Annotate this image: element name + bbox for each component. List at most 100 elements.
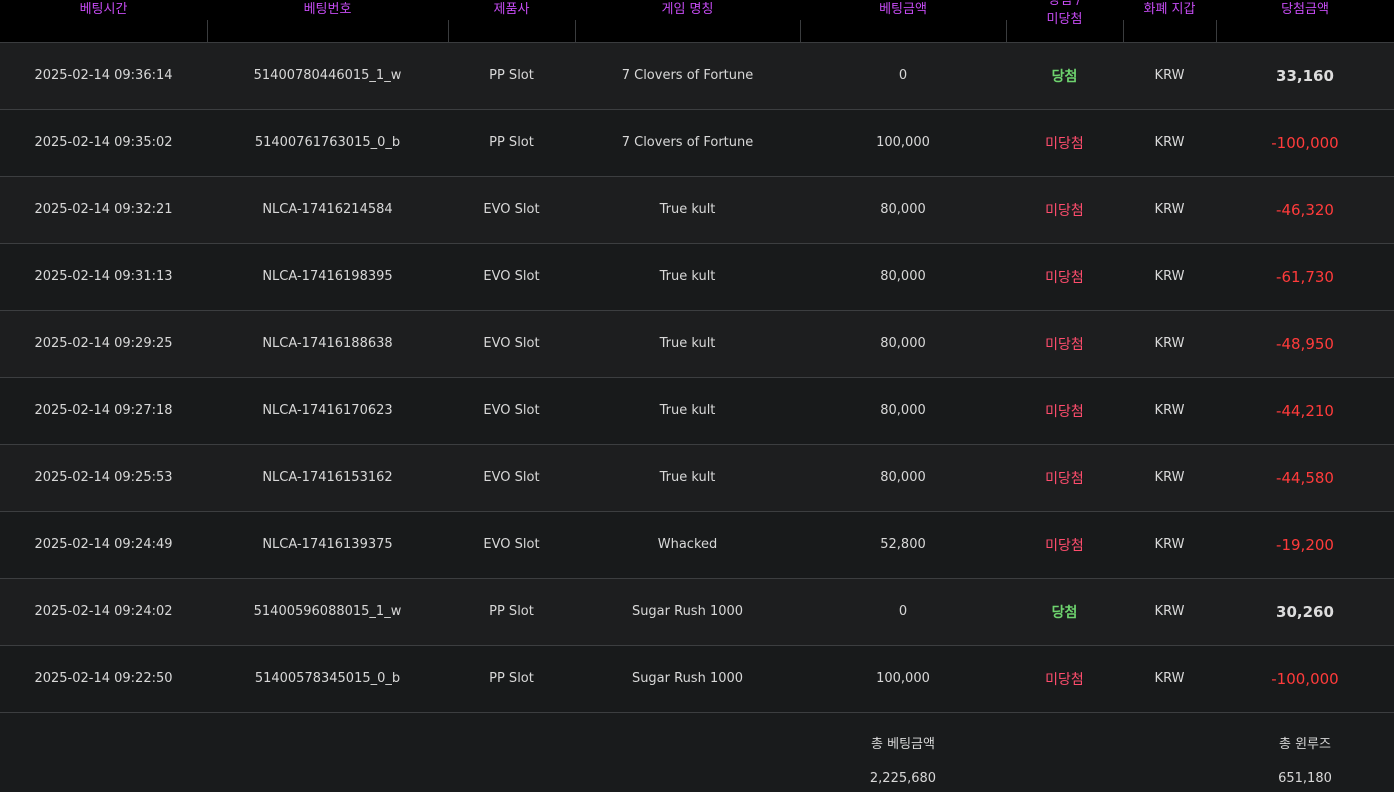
table-row[interactable]: 2025-02-14 09:24:02 51400596088015_1_w PP … (0, 578, 1394, 646)
table-row[interactable]: 2025-02-14 09:35:02 51400761763015_0_b PP … (0, 109, 1394, 177)
cell-win-amount: -19,200 (1216, 511, 1394, 579)
totals-spacer-2 (1006, 712, 1216, 786)
cell-win-amount: 33,160 (1216, 42, 1394, 110)
cell-provider: PP Slot (448, 645, 575, 713)
cell-provider: EVO Slot (448, 243, 575, 311)
table-row[interactable]: 2025-02-14 09:22:50 51400578345015_0_b PP … (0, 645, 1394, 713)
column-divider (800, 20, 801, 42)
cell-bet-number: NLCA-17416188638 (207, 310, 448, 378)
cell-bet-number: NLCA-17416153162 (207, 444, 448, 512)
cell-bet-amount: 0 (800, 42, 1006, 110)
cell-win-amount: -100,000 (1216, 645, 1394, 713)
totals-spacer (0, 712, 800, 786)
cell-provider: EVO Slot (448, 377, 575, 445)
header-bet-number[interactable]: 베팅번호 (207, 0, 448, 43)
cell-bet-time: 2025-02-14 09:36:14 (0, 42, 207, 110)
cell-result: 미당첨 (1006, 645, 1123, 713)
total-winloss-label: 총 윈루즈 (1279, 736, 1331, 752)
table-body: 2025-02-14 09:36:14 51400780446015_1_w PP … (0, 42, 1394, 713)
total-winloss-cell: 총 윈루즈 651,180 (1216, 712, 1394, 786)
header-provider[interactable]: 제품사 (448, 0, 575, 43)
cell-bet-time: 2025-02-14 09:32:21 (0, 176, 207, 244)
cell-game-name: True kult (575, 176, 800, 244)
cell-game-name: True kult (575, 310, 800, 378)
cell-result: 미당첨 (1006, 377, 1123, 445)
column-divider (1216, 20, 1217, 42)
cell-win-amount: -61,730 (1216, 243, 1394, 311)
cell-bet-amount: 100,000 (800, 109, 1006, 177)
total-winloss-value: 651,180 (1278, 770, 1332, 786)
cell-game-name: Sugar Rush 1000 (575, 645, 800, 713)
table-row[interactable]: 2025-02-14 09:24:49 NLCA-17416139375 EVO S… (0, 511, 1394, 579)
header-bet-time[interactable]: 베팅시간 (0, 0, 207, 43)
cell-bet-amount: 80,000 (800, 310, 1006, 378)
column-divider (575, 20, 576, 42)
cell-bet-amount: 0 (800, 578, 1006, 646)
cell-provider: PP Slot (448, 42, 575, 110)
table-row[interactable]: 2025-02-14 09:36:14 51400780446015_1_w PP … (0, 42, 1394, 110)
table-row[interactable]: 2025-02-14 09:32:21 NLCA-17416214584 EVO S… (0, 176, 1394, 244)
cell-game-name: True kult (575, 444, 800, 512)
cell-bet-time: 2025-02-14 09:29:25 (0, 310, 207, 378)
cell-win-amount: -44,210 (1216, 377, 1394, 445)
bet-history-page: 베팅시간 베팅번호 제품사 게임 명칭 베팅금액 당첨 / 미당첨 화폐 지갑 당… (0, 0, 1394, 792)
cell-bet-amount: 80,000 (800, 377, 1006, 445)
column-divider (207, 20, 208, 42)
cell-bet-time: 2025-02-14 09:24:02 (0, 578, 207, 646)
cell-game-name: 7 Clovers of Fortune (575, 42, 800, 110)
header-win-amount[interactable]: 당첨금액 (1216, 0, 1394, 43)
cell-bet-amount: 80,000 (800, 243, 1006, 311)
cell-currency: KRW (1123, 444, 1216, 512)
column-divider (448, 20, 449, 42)
cell-currency: KRW (1123, 645, 1216, 713)
cell-win-amount: -44,580 (1216, 444, 1394, 512)
header-bet-amount[interactable]: 베팅금액 (800, 0, 1006, 43)
cell-bet-number: NLCA-17416198395 (207, 243, 448, 311)
cell-bet-number: NLCA-17416214584 (207, 176, 448, 244)
cell-game-name: Sugar Rush 1000 (575, 578, 800, 646)
cell-provider: EVO Slot (448, 176, 575, 244)
header-result[interactable]: 당첨 / 미당첨 (1006, 0, 1123, 43)
cell-bet-amount: 100,000 (800, 645, 1006, 713)
cell-currency: KRW (1123, 243, 1216, 311)
cell-provider: PP Slot (448, 578, 575, 646)
header-game-name[interactable]: 게임 명칭 (575, 0, 800, 43)
cell-currency: KRW (1123, 109, 1216, 177)
table-row[interactable]: 2025-02-14 09:27:18 NLCA-17416170623 EVO S… (0, 377, 1394, 445)
cell-bet-number: NLCA-17416139375 (207, 511, 448, 579)
table-header: 베팅시간 베팅번호 제품사 게임 명칭 베팅금액 당첨 / 미당첨 화폐 지갑 당… (0, 0, 1394, 43)
cell-bet-time: 2025-02-14 09:31:13 (0, 243, 207, 311)
cell-result: 미당첨 (1006, 176, 1123, 244)
cell-bet-amount: 80,000 (800, 176, 1006, 244)
cell-bet-time: 2025-02-14 09:22:50 (0, 645, 207, 713)
column-divider (1123, 20, 1124, 42)
bet-history-table: 베팅시간 베팅번호 제품사 게임 명칭 베팅금액 당첨 / 미당첨 화폐 지갑 당… (0, 0, 1394, 786)
totals-row: 총 베팅금액 2,225,680 총 윈루즈 651,180 (0, 712, 1394, 786)
cell-currency: KRW (1123, 310, 1216, 378)
cell-provider: EVO Slot (448, 444, 575, 512)
table-row[interactable]: 2025-02-14 09:29:25 NLCA-17416188638 EVO S… (0, 310, 1394, 378)
cell-result: 당첨 (1006, 42, 1123, 110)
table-row[interactable]: 2025-02-14 09:25:53 NLCA-17416153162 EVO S… (0, 444, 1394, 512)
cell-currency: KRW (1123, 578, 1216, 646)
header-currency-wallet[interactable]: 화폐 지갑 (1123, 0, 1216, 43)
total-bet-cell: 총 베팅금액 2,225,680 (800, 712, 1006, 786)
cell-result: 미당첨 (1006, 109, 1123, 177)
header-result-line1: 당첨 / (1048, 0, 1081, 8)
cell-provider: EVO Slot (448, 310, 575, 378)
cell-currency: KRW (1123, 176, 1216, 244)
cell-bet-amount: 52,800 (800, 511, 1006, 579)
cell-bet-time: 2025-02-14 09:24:49 (0, 511, 207, 579)
cell-currency: KRW (1123, 511, 1216, 579)
header-row: 베팅시간 베팅번호 제품사 게임 명칭 베팅금액 당첨 / 미당첨 화폐 지갑 당… (0, 0, 1394, 43)
cell-result: 미당첨 (1006, 243, 1123, 311)
cell-result: 미당첨 (1006, 310, 1123, 378)
cell-win-amount: 30,260 (1216, 578, 1394, 646)
total-bet-value: 2,225,680 (869, 770, 937, 786)
cell-bet-number: 51400578345015_0_b (207, 645, 448, 713)
cell-bet-number: 51400780446015_1_w (207, 42, 448, 110)
cell-game-name: True kult (575, 377, 800, 445)
total-bet-label: 총 베팅금액 (871, 736, 935, 752)
cell-bet-amount: 80,000 (800, 444, 1006, 512)
table-row[interactable]: 2025-02-14 09:31:13 NLCA-17416198395 EVO S… (0, 243, 1394, 311)
